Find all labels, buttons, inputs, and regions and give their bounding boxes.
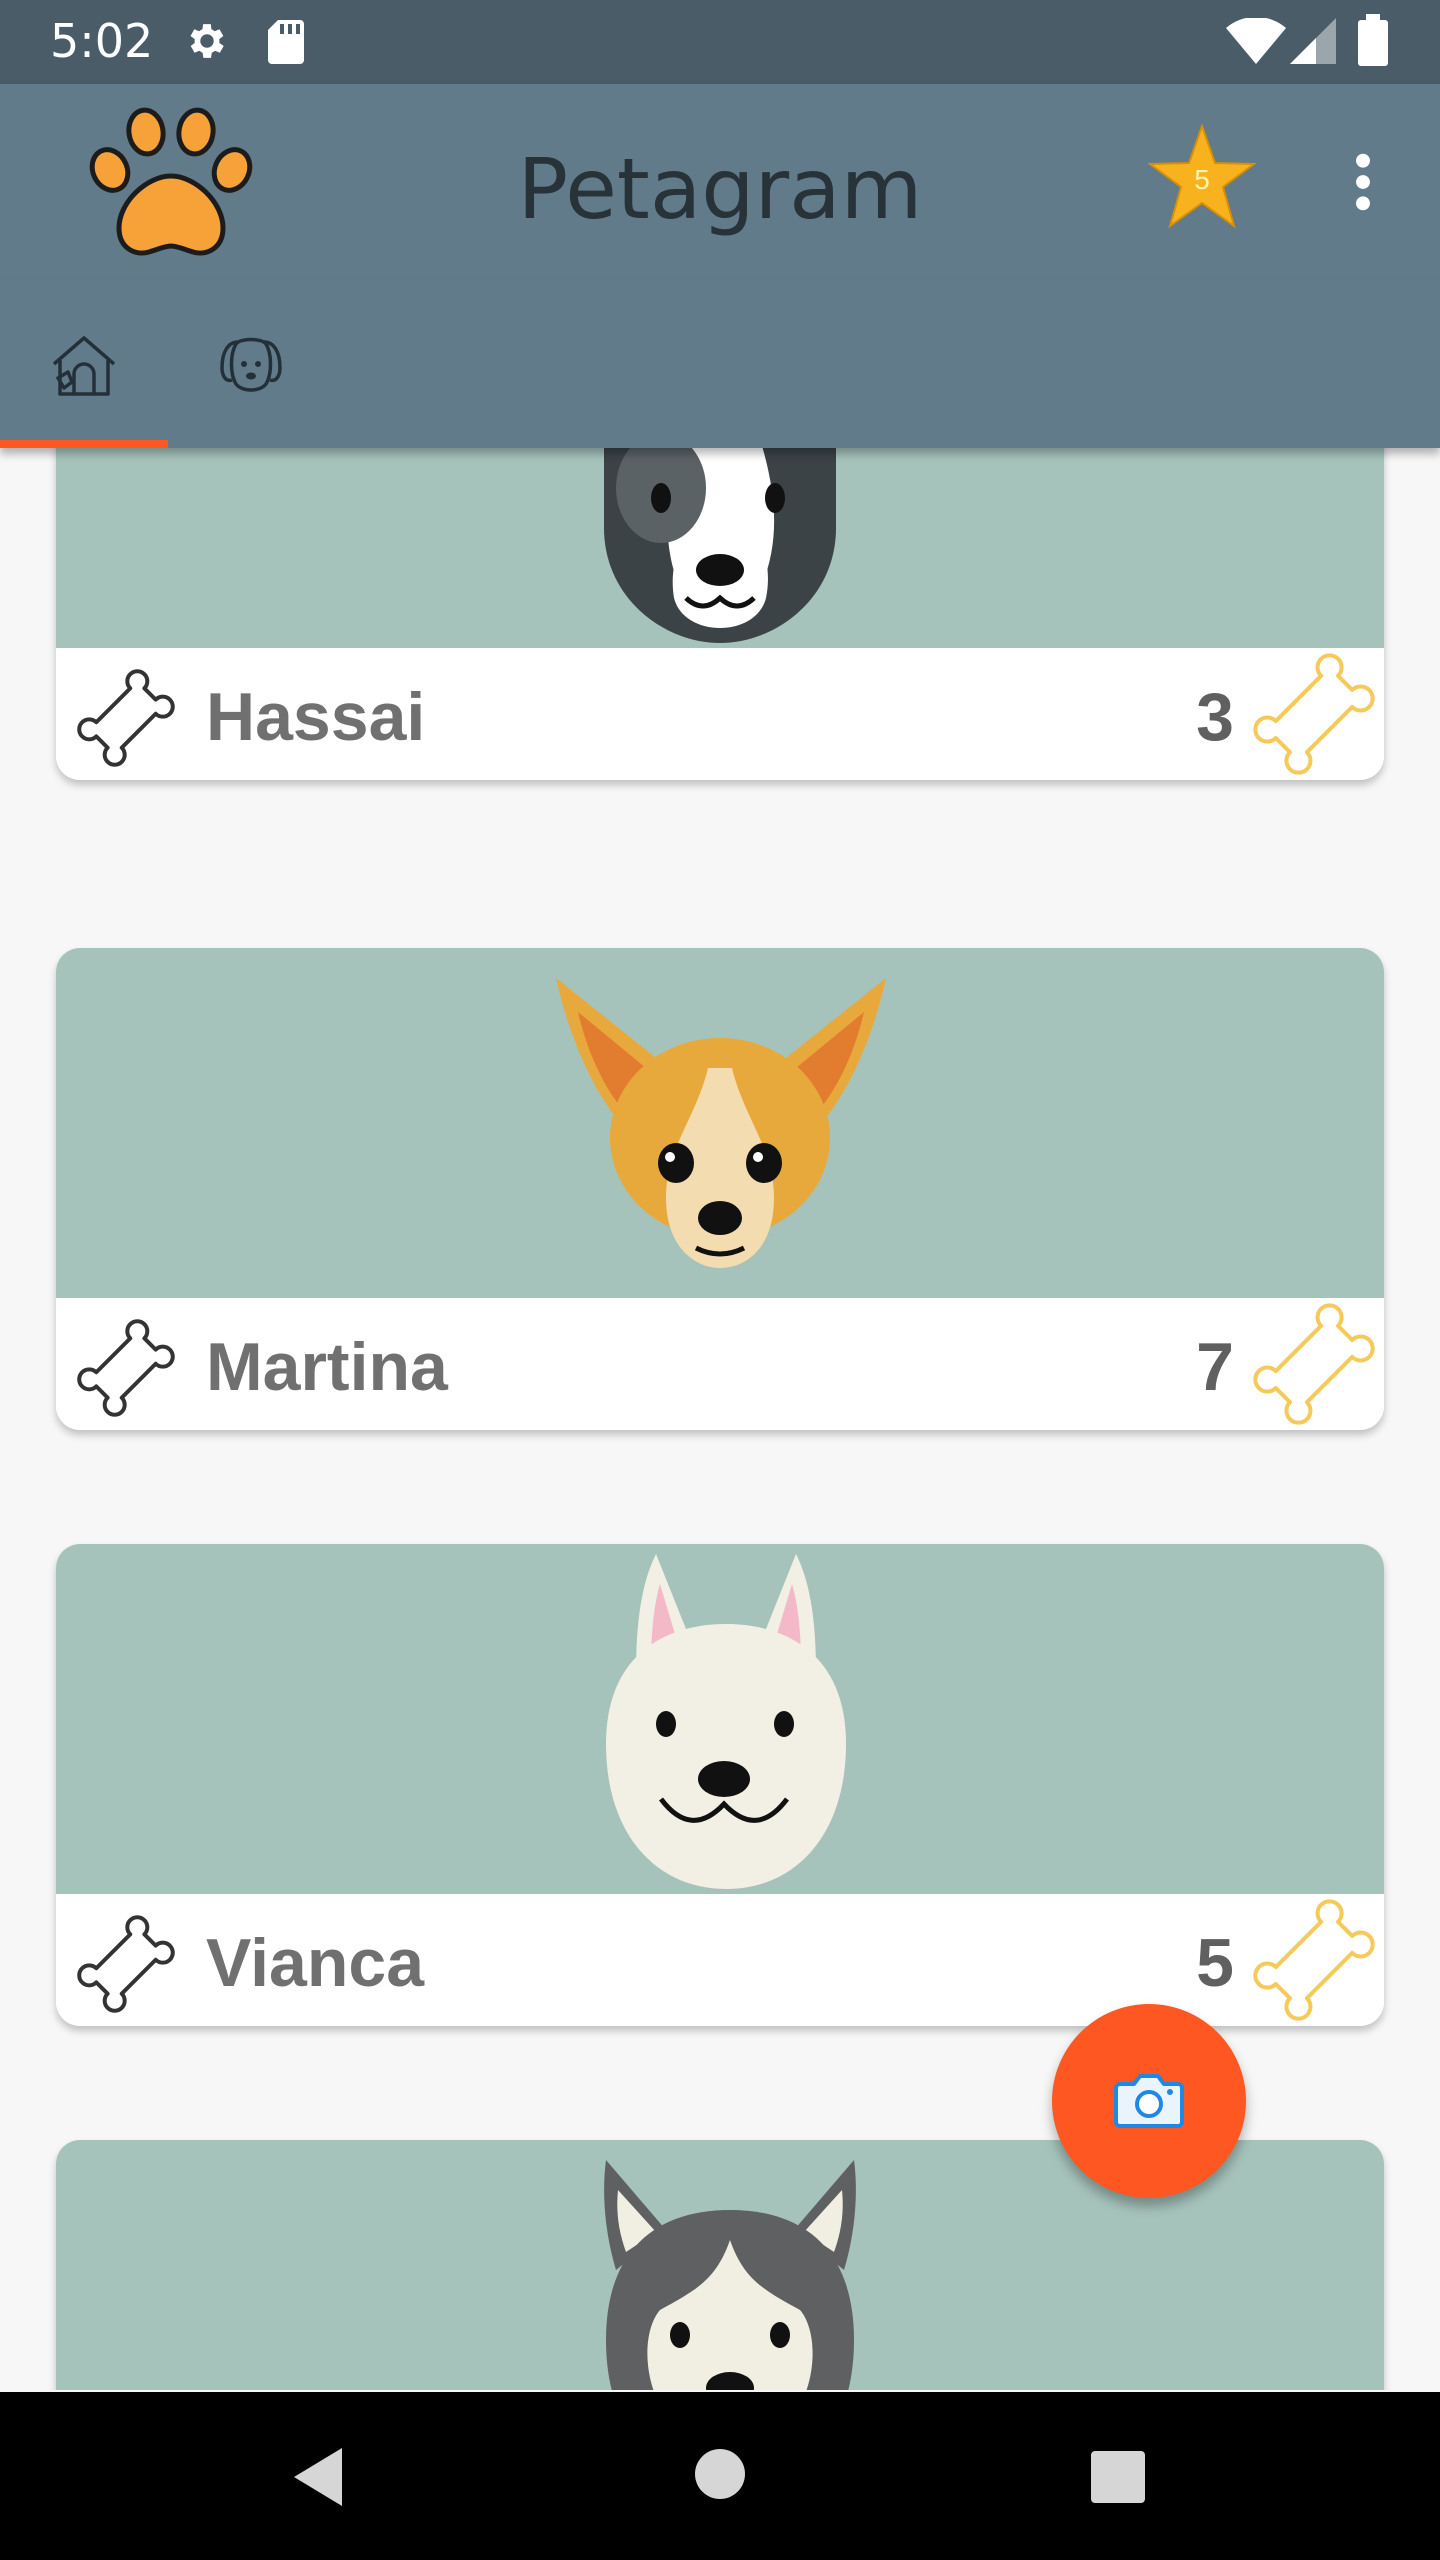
pet-card-footer: Martina 7: [56, 1298, 1384, 1430]
home-icon[interactable]: [694, 2448, 746, 2500]
pet-name: Hassai: [206, 679, 426, 755]
pet-card-footer: Hassai 3: [56, 648, 1384, 780]
favorites-badge: 5: [1194, 164, 1210, 195]
app-bar: Petagram 5: [0, 84, 1440, 280]
bone-rate-icon[interactable]: [74, 1316, 178, 1420]
wifi-icon: [1226, 18, 1286, 64]
dog-face-icon: [220, 337, 282, 392]
pet-card: Martina 7: [56, 948, 1384, 1430]
pet-photo: [56, 948, 1384, 1298]
pet-name: Vianca: [206, 1925, 425, 2001]
battery-icon: [1358, 14, 1388, 66]
tab-home[interactable]: [0, 280, 168, 448]
status-time: 5:02: [50, 14, 154, 68]
dog-portrait-image: [604, 448, 836, 643]
back-icon[interactable]: [290, 2446, 346, 2508]
pet-card: Vianca 5: [56, 1544, 1384, 2026]
status-bar: 5:02: [0, 0, 1440, 84]
bone-rate-icon[interactable]: [74, 666, 178, 770]
doghouse-icon: [52, 336, 116, 396]
system-nav-bar: [0, 2392, 1440, 2560]
pet-photo: [56, 1544, 1384, 1894]
favorites-button[interactable]: 5: [1148, 124, 1256, 230]
settings-icon: [190, 24, 224, 58]
bone-like-icon: [1253, 1899, 1375, 2021]
camera-icon: [1114, 2074, 1184, 2128]
pet-card-footer: Vianca 5: [56, 1894, 1384, 2026]
like-count: 5: [1196, 1925, 1234, 2001]
like-count: 3: [1196, 679, 1234, 755]
camera-fab-button[interactable]: [1052, 2004, 1246, 2198]
overflow-menu-icon[interactable]: [1346, 150, 1380, 214]
signal-icon: [1290, 18, 1336, 64]
pet-name: Martina: [206, 1329, 448, 1405]
bone-like-icon: [1253, 653, 1375, 775]
bone-like-icon: [1253, 1303, 1375, 1425]
tab-bar: [0, 280, 1440, 448]
pet-photo: [56, 448, 1384, 648]
pet-card: Hassai 3: [56, 448, 1384, 780]
dog-portrait-image: [606, 1554, 846, 1889]
like-count: 7: [1196, 1329, 1234, 1405]
dog-portrait-image: [556, 978, 886, 1268]
sd-card-icon: [268, 20, 304, 64]
recents-icon[interactable]: [1090, 2450, 1146, 2504]
bone-rate-icon[interactable]: [74, 1912, 178, 2016]
tab-my-pet[interactable]: [168, 280, 336, 448]
tab-indicator: [0, 440, 168, 448]
